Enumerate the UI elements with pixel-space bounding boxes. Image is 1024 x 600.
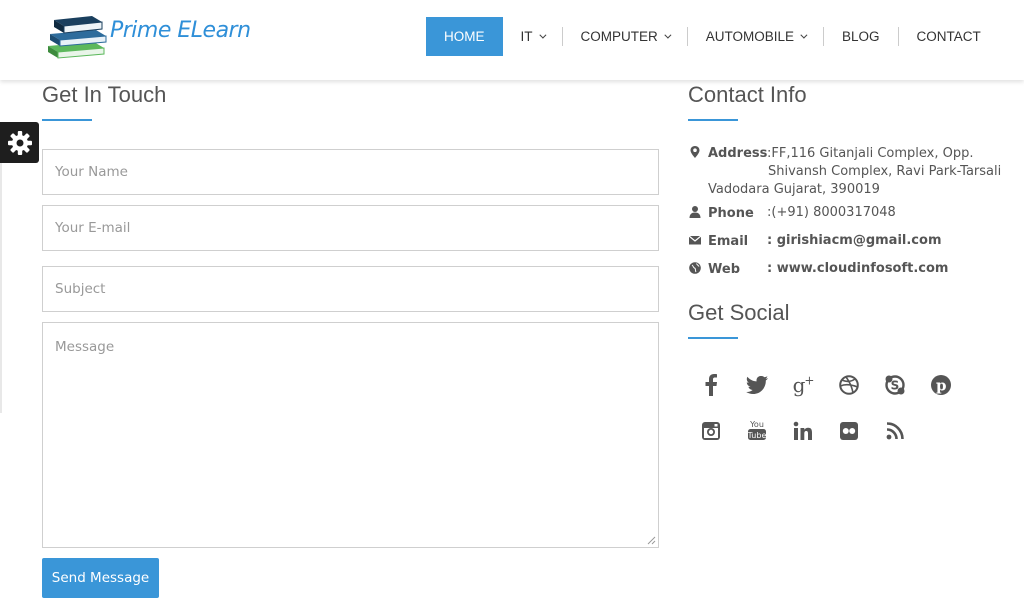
email-value[interactable]: : girishiacm@gmail.com [767,233,941,248]
address-line-2: Shivansh Complex, Ravi Park-Tarsali [768,164,1002,179]
rss-icon[interactable] [882,418,908,444]
chevron-down-icon [664,31,672,39]
email-placeholder: Your E-mail [55,220,131,236]
title-underline [688,337,738,339]
svg-text:S: S [891,379,900,393]
user-icon [689,206,701,218]
linkedin-icon[interactable] [790,418,816,444]
svg-text:p: p [936,377,947,395]
svg-text:Tube: Tube [747,431,766,440]
nav-contact[interactable]: CONTACT [899,17,999,56]
main-nav: HOME IT COMPUTER AUTOMOBILE BLOG CONTACT [426,17,999,56]
site-logo[interactable]: Prime ELearn [44,12,251,66]
web-value[interactable]: : www.cloudinfosoft.com [767,261,948,276]
globe-icon [689,262,701,274]
svg-text:You: You [749,420,764,429]
youtube-icon[interactable]: You Tube [744,418,770,444]
nav-home[interactable]: HOME [426,17,503,56]
social-title: Get Social [688,300,790,325]
flickr-icon[interactable] [836,418,862,444]
address-line-3: Vadodara Gujarat, 390019 [708,182,880,197]
nav-computer-label: COMPUTER [580,29,658,44]
twitter-icon[interactable] [744,372,770,398]
subject-placeholder: Subject [55,281,106,297]
envelope-icon [688,235,702,245]
name-placeholder: Your Name [55,164,128,180]
dribbble-icon[interactable] [836,372,862,398]
instagram-icon[interactable] [698,418,724,444]
nav-blog[interactable]: BLOG [824,17,898,56]
address-line-1: :FF,116 Gitanjali Complex, Opp. [767,146,974,161]
site-header: Prime ELearn HOME IT COMPUTER AUTOMOBILE… [0,0,1024,80]
email-label: Email [708,234,749,249]
chevron-down-icon [538,31,546,39]
message-placeholder: Message [55,339,115,355]
map-marker-icon [690,146,700,158]
subject-input[interactable]: Subject [42,266,659,312]
phone-value: :(+91) 8000317048 [767,205,896,220]
google-plus-icon[interactable]: g+ [790,372,816,398]
facebook-icon[interactable] [698,372,724,398]
chevron-down-icon [800,31,808,39]
side-panel-edge [0,163,2,413]
address-label: Address [708,146,768,161]
contact-info-title: Contact Info [688,82,807,107]
nav-automobile-label: AUTOMOBILE [705,29,795,44]
nav-blog-label: BLOG [842,29,880,44]
nav-contact-label: CONTACT [916,29,981,44]
gear-icon [7,130,32,155]
books-logo-icon [48,16,107,59]
send-message-button[interactable]: Send Message [42,558,159,598]
logo-text: Prime ELearn [110,18,251,43]
nav-automobile[interactable]: AUTOMOBILE [688,17,823,56]
form-title: Get In Touch [42,82,167,107]
nav-it[interactable]: IT [503,17,562,56]
title-underline [688,119,738,121]
web-label: Web [708,262,740,277]
resize-handle-icon[interactable] [647,536,656,545]
nav-computer[interactable]: COMPUTER [563,17,687,56]
phone-label: Phone [708,206,754,221]
email-input[interactable]: Your E-mail [42,205,659,251]
pinterest-icon[interactable]: p [928,372,954,398]
nav-it-label: IT [520,29,533,44]
name-input[interactable]: Your Name [42,149,659,195]
nav-home-label: HOME [444,29,485,44]
message-textarea[interactable]: Message [42,322,659,548]
skype-icon[interactable]: S [882,372,908,398]
title-underline [42,119,92,121]
settings-toggle-button[interactable] [0,122,39,163]
